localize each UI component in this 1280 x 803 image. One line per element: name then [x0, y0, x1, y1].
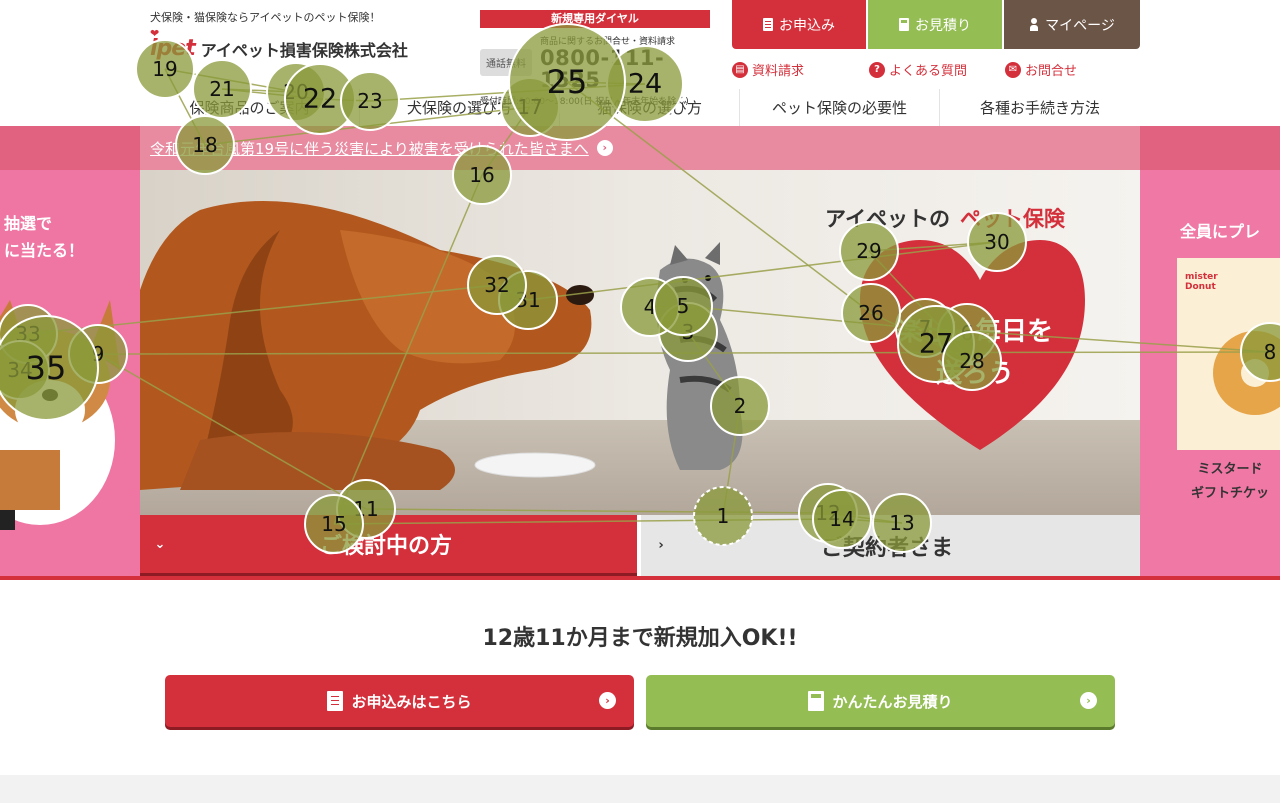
hero-carousel: 抽選で に当たる！ アイペットの ペット保険 楽しい毎日を 送ろう 全員にプレ …: [0, 170, 1280, 576]
tab-prospect-label: ご検討中の方: [320, 534, 453, 559]
promo-headline: 12歳11か月まで新規加入OK!!: [482, 626, 798, 651]
nav-item-necessity[interactable]: ペット保険の必要性: [740, 89, 940, 126]
arrow-right-icon: ›: [599, 692, 616, 709]
book-icon: ▤: [732, 61, 748, 78]
arrow-right-icon: ›: [1080, 692, 1097, 709]
left-banner-line-1: 抽選で: [4, 214, 53, 233]
person-icon: [1029, 18, 1039, 31]
faq-link[interactable]: ? よくある質問: [869, 60, 1005, 79]
question-icon: ?: [869, 61, 885, 78]
tab-member[interactable]: › ご契約者さま: [637, 515, 1140, 576]
prev-slide-preview[interactable]: 抽選で に当たる！: [0, 170, 140, 576]
heart-text-line-2: 送ろう: [936, 359, 1014, 389]
nav-item-procedures[interactable]: 各種お手続き方法: [940, 89, 1140, 126]
header-sub-links: ▤ 資料請求 ? よくある質問 ✉ お問合せ: [732, 60, 1140, 79]
company-logo[interactable]: ipet アイペット損害保険株式会社: [150, 27, 408, 61]
heart-text-line-1: 楽しい毎日を: [897, 317, 1053, 347]
site-tagline: 犬保険・猫保険ならアイペットのペット保険！: [150, 11, 381, 24]
donut-gift-image: mister Donut: [1177, 258, 1280, 450]
arrow-right-icon: ›: [596, 140, 613, 156]
estimate-cta-button[interactable]: かんたんお見積り ›: [646, 675, 1115, 727]
donut-icon: [1213, 331, 1280, 415]
notice-bar: 令和元年台風第19号に伴う災害により被害を受けられた皆さまへ ›: [0, 126, 1280, 170]
estimate-button[interactable]: お見積り: [868, 0, 1004, 49]
document-icon: [763, 18, 773, 31]
left-banner-line-2: に当たる！: [4, 241, 85, 260]
apply-cta-button[interactable]: お申込みはこちら ›: [165, 675, 634, 727]
mail-icon: ✉: [1005, 61, 1021, 78]
nav-item-dog-guide[interactable]: 犬保険の選び方: [360, 89, 560, 126]
faq-link-label: よくある質問: [889, 64, 968, 79]
calculator-icon: [899, 18, 909, 31]
audience-tabs: ⌄ ご検討中の方 › ご契約者さま: [140, 515, 1140, 576]
phone-number[interactable]: 0800-111-1525: [540, 47, 710, 91]
tab-member-label: ご契約者さま: [821, 535, 954, 561]
tab-prospect[interactable]: ⌄ ご検討中の方: [140, 515, 637, 576]
nav-item-products[interactable]: 保険商品のご案内: [140, 89, 360, 126]
corgi-illustration: [0, 300, 120, 530]
toll-free-badge: 通話無料: [480, 49, 532, 76]
footer-band: [0, 775, 1280, 803]
ipet-logo-mark: ipet: [150, 27, 196, 61]
document-icon: [327, 691, 344, 711]
right-banner-caption-1: ミスタード: [1197, 462, 1263, 477]
next-slide-preview[interactable]: 全員にプレ mister Donut ミスタード ギフトチケッ: [1140, 170, 1280, 576]
brochure-link[interactable]: ▤ 資料請求: [732, 60, 869, 79]
hero-photo-dog-and-kitten[interactable]: アイペットの ペット保険 楽しい毎日を 送ろう: [140, 170, 1140, 515]
right-banner-caption-2: ギフトチケッ: [1190, 486, 1269, 501]
estimate-cta-label: かんたんお見積り: [832, 692, 953, 711]
chevron-right-icon: ›: [658, 538, 664, 553]
header-action-buttons: お申込み お見積り マイページ: [732, 0, 1140, 49]
typhoon-notice-link[interactable]: 令和元年台風第19号に伴う災害により被害を受けられた皆さまへ: [150, 138, 589, 159]
mypage-button-label: マイページ: [1045, 17, 1115, 34]
apply-button[interactable]: お申込み: [732, 0, 868, 49]
apply-cta-label: お申込みはこちら: [351, 692, 472, 711]
nav-item-cat-guide[interactable]: 猫保険の選び方: [560, 89, 740, 126]
contact-link[interactable]: ✉ お問合せ: [1005, 60, 1077, 79]
contact-link-label: お問合せ: [1025, 64, 1078, 79]
global-nav: 保険商品のご案内 犬保険の選び方 猫保険の選び方 ペット保険の必要性 各種お手続…: [140, 89, 1140, 126]
mypage-button[interactable]: マイページ: [1004, 0, 1140, 49]
photo-title-highlight: ペット保険: [960, 207, 1066, 231]
cta-row: お申込みはこちら › かんたんお見積り ›: [165, 675, 1115, 727]
right-banner-text: 全員にプレ: [1180, 222, 1261, 241]
photo-title-prefix: アイペットの: [825, 207, 950, 231]
estimate-button-label: お見積り: [915, 17, 971, 34]
chevron-down-icon: ⌄: [154, 536, 166, 552]
hero-bottom-rule: [0, 576, 1280, 580]
apply-button-label: お申込み: [779, 17, 835, 34]
dial-heading: 新規専用ダイヤル: [480, 10, 710, 28]
calculator-icon: [808, 691, 825, 711]
company-name: アイペット損害保険株式会社: [200, 40, 408, 60]
brochure-link-label: 資料請求: [752, 64, 805, 79]
